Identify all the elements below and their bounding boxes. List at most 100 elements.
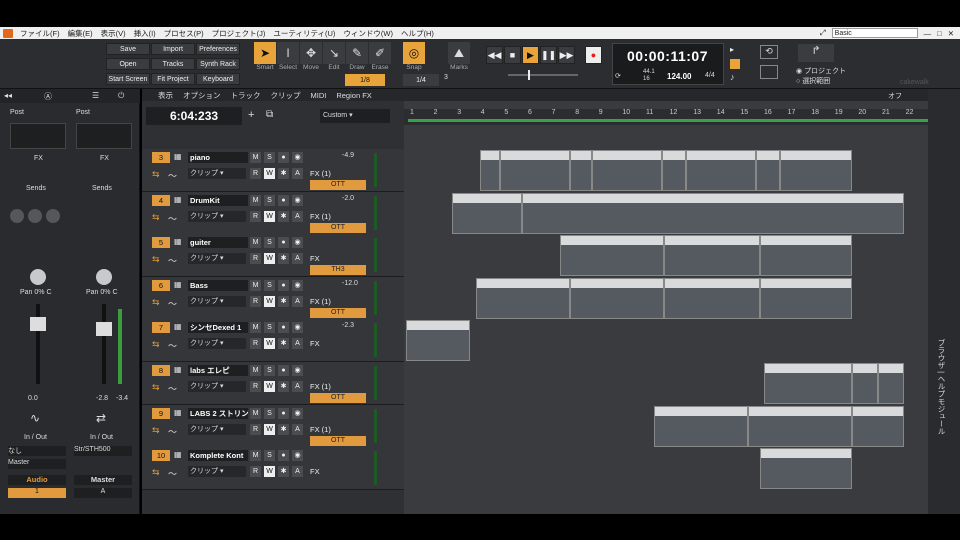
record-button[interactable]: ● <box>585 46 602 64</box>
time-display[interactable]: 00:00:11:07 ⟳ 44.1 16 124.00 4/4 <box>612 43 724 85</box>
rewind-button[interactable]: ◀◀ <box>486 46 503 64</box>
track-name[interactable]: LABS 2 ストリングス <box>188 407 248 419</box>
track-name[interactable]: labs エレピ <box>188 365 248 376</box>
volume-fader[interactable] <box>30 317 46 331</box>
clip-header[interactable] <box>853 364 877 373</box>
clip-header[interactable] <box>879 364 903 373</box>
clip[interactable] <box>500 150 570 191</box>
menu-file[interactable]: ファイル(F) <box>16 28 64 39</box>
solo-button[interactable]: S <box>264 194 275 206</box>
menu-insert[interactable]: 挿入(I) <box>130 28 160 39</box>
play-button[interactable]: ▶ <box>522 46 539 64</box>
automation-icon[interactable]: 〜 <box>168 212 177 225</box>
clip-header[interactable] <box>757 151 779 160</box>
clip[interactable] <box>592 150 662 191</box>
fit-project-button[interactable]: Fit Project <box>151 73 195 85</box>
import-button[interactable]: Import <box>151 43 195 55</box>
eq-graph[interactable] <box>76 123 132 149</box>
monitor-button[interactable]: ◉ <box>292 322 303 334</box>
clip-header[interactable] <box>453 193 521 203</box>
clip[interactable] <box>760 448 852 490</box>
fast-forward-button[interactable]: ▶▶ <box>558 46 575 64</box>
send-knob[interactable] <box>46 209 60 223</box>
monitor-button[interactable]: ◉ <box>292 279 303 291</box>
mute-button[interactable]: M <box>250 365 261 376</box>
monitor-button[interactable]: ◉ <box>292 237 303 249</box>
track-number[interactable]: 3 <box>152 152 170 163</box>
clip-header[interactable] <box>761 236 851 246</box>
freeze-button[interactable]: ✱ <box>278 466 289 478</box>
clip-header[interactable] <box>571 151 591 160</box>
mute-button[interactable]: M <box>250 450 261 462</box>
archive-button[interactable]: A <box>292 381 303 392</box>
clip[interactable] <box>480 150 500 191</box>
clip[interactable] <box>476 277 570 319</box>
freeze-button[interactable]: ✱ <box>278 210 289 222</box>
solo-button[interactable]: S <box>264 237 275 249</box>
volume-fader[interactable] <box>96 322 112 336</box>
read-button[interactable]: R <box>250 210 261 222</box>
clip-header[interactable] <box>477 278 569 288</box>
metronome-icon[interactable]: ♪ <box>730 72 735 82</box>
solo-button[interactable]: S <box>264 322 275 334</box>
read-button[interactable]: R <box>250 423 261 435</box>
solo-button[interactable]: S <box>264 407 275 419</box>
clip[interactable] <box>570 277 664 319</box>
write-button[interactable]: W <box>264 381 275 392</box>
clip-header[interactable] <box>481 151 499 160</box>
input-echo-icon[interactable]: ⇆ <box>152 169 160 180</box>
read-button[interactable]: R <box>250 338 261 350</box>
position-display[interactable]: 6:04:233 <box>146 107 242 125</box>
fx-bin[interactable]: FX (1) <box>310 296 368 307</box>
timeline-ruler[interactable]: 1 2 3 4 5 6 7 8 9 10 11 12 13 14 15 16 17 18 19 20 21 22 <box>404 109 928 125</box>
track-number[interactable]: 10 <box>152 450 170 462</box>
fx-bin[interactable]: FX (1) <box>310 424 368 435</box>
open-button[interactable]: Open <box>106 58 150 70</box>
clip[interactable] <box>764 363 852 404</box>
snap-resolution[interactable]: 1/4 <box>403 74 439 86</box>
mute-button[interactable]: M <box>250 322 261 334</box>
solo-button[interactable]: S <box>264 279 275 291</box>
automation-icon[interactable]: 〜 <box>168 297 177 310</box>
menu-view[interactable]: 表示(V) <box>97 28 130 39</box>
clip-select[interactable]: クリップ ▾ <box>188 381 246 392</box>
track-name[interactable]: Bass <box>188 279 248 291</box>
track-name[interactable]: piano <box>188 152 248 163</box>
track-row[interactable]: 10 ▦ Komplete Kont M S ● ◉ R W ✱ A ⇆ 〜クリップ ▾ FX <box>142 447 404 491</box>
track-name[interactable]: シンセDexed 1 <box>188 322 248 334</box>
clip[interactable] <box>664 277 760 319</box>
output-select[interactable]: Master <box>8 459 66 469</box>
expand-icon[interactable]: ⤢ <box>820 28 826 38</box>
menu-midi[interactable]: MIDI <box>311 91 327 100</box>
fx-bin[interactable]: FX <box>310 338 368 349</box>
send-knob[interactable] <box>28 209 42 223</box>
write-button[interactable]: W <box>264 423 275 435</box>
clip-select[interactable]: クリップ ▾ <box>188 168 246 179</box>
clip[interactable] <box>664 235 760 277</box>
loop-region[interactable] <box>408 119 928 122</box>
clip[interactable] <box>748 405 852 447</box>
monitor-button[interactable]: ◉ <box>292 407 303 419</box>
marks-button[interactable]: ⛰ <box>448 42 470 64</box>
freeze-button[interactable]: ✱ <box>278 423 289 435</box>
clip-header[interactable] <box>761 278 851 288</box>
arm-button[interactable]: ● <box>278 450 289 462</box>
clip-select[interactable]: クリップ ▾ <box>188 423 246 435</box>
track-row[interactable]: 5 ▦ guiter M S ● ◉ R W ✱ A ⇆ 〜クリップ ▾ FX TH3 <box>142 234 404 278</box>
mute-button[interactable]: M <box>250 407 261 419</box>
tracks-button[interactable]: Tracks <box>151 58 195 70</box>
menu-process[interactable]: プロセス(P) <box>160 28 208 39</box>
menu-window[interactable]: ウィンドウ(W) <box>339 28 397 39</box>
synth-rack-button[interactable]: Synth Rack <box>196 58 240 70</box>
input-select[interactable]: なし <box>8 446 66 456</box>
read-button[interactable]: R <box>250 168 261 179</box>
arm-button[interactable]: ● <box>278 279 289 291</box>
eq-graph[interactable] <box>10 123 66 149</box>
strip-name[interactable]: Master <box>74 475 132 485</box>
fx-bin[interactable]: FX <box>310 253 368 264</box>
automation-icon[interactable]: 〜 <box>168 339 177 352</box>
arm-button[interactable]: ● <box>278 152 289 163</box>
monitor-button[interactable]: ◉ <box>292 194 303 206</box>
automation-icon[interactable]: 〜 <box>168 382 177 395</box>
input-select[interactable]: Str/STH500 <box>74 446 132 456</box>
